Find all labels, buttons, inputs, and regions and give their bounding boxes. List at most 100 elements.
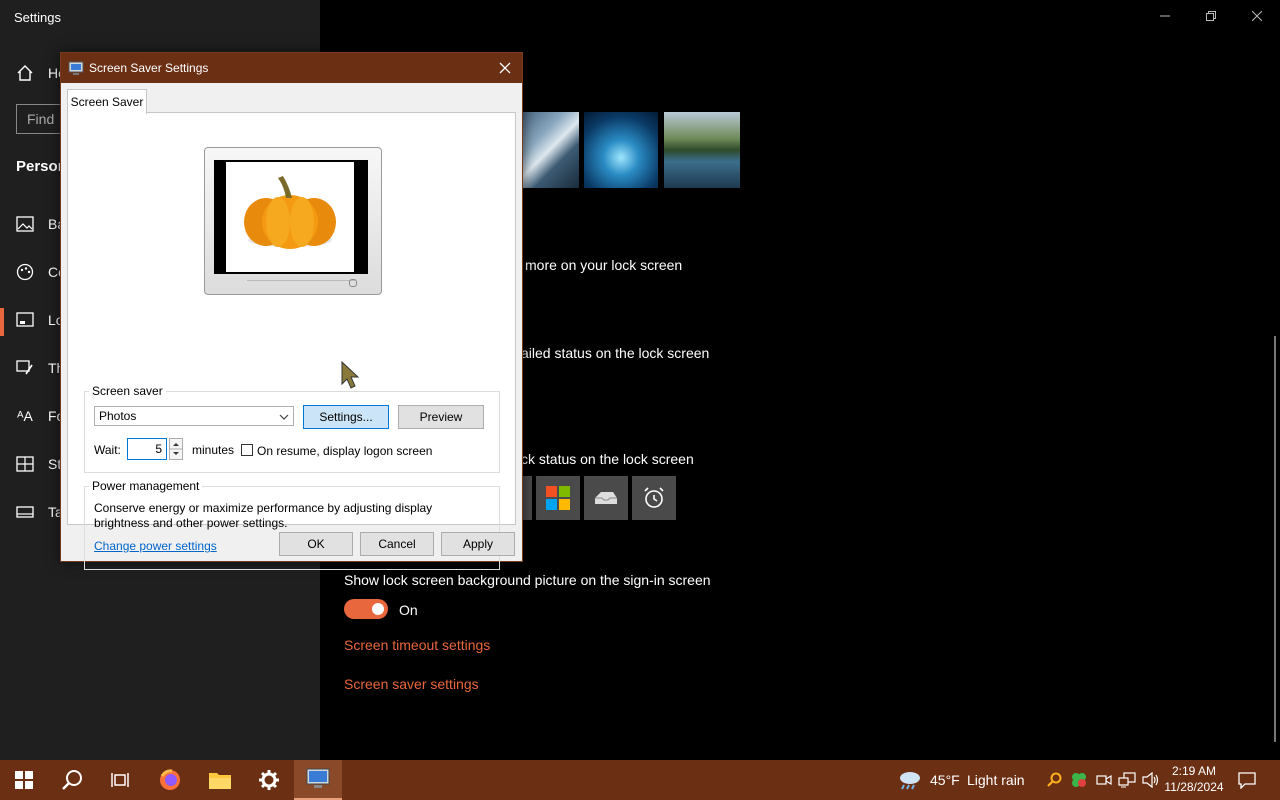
search-placeholder: Find xyxy=(27,111,55,127)
meet-now-icon[interactable] xyxy=(1096,772,1112,788)
screen-saver-select[interactable]: Photos xyxy=(94,406,294,426)
lock-screen-detail-text: ck status on the lock screen xyxy=(521,451,694,467)
screen-saver-app-icon xyxy=(68,60,84,76)
task-view-icon xyxy=(111,773,129,787)
preview-button[interactable]: Preview xyxy=(398,405,484,429)
screen-saver-group xyxy=(84,391,500,473)
background-thumbnail[interactable] xyxy=(584,112,658,188)
font-icon: ᴬA xyxy=(17,408,33,424)
taskbar: 45°F Light rain 2:19 AM 11/28/2024 xyxy=(0,760,1280,800)
microsoft-store-icon xyxy=(546,486,570,510)
change-power-settings-link[interactable]: Change power settings xyxy=(94,539,217,553)
folder-icon xyxy=(209,773,231,789)
clover-tray-icon[interactable] xyxy=(1070,771,1088,789)
firefox-taskbar-button[interactable] xyxy=(146,760,194,800)
search-button[interactable] xyxy=(48,760,96,800)
tab-panel: Screen saver Photos Settings... Preview … xyxy=(67,112,516,570)
windows-icon xyxy=(15,771,33,789)
taskbar-icon xyxy=(14,501,36,523)
resume-logon-checkbox[interactable] xyxy=(241,444,253,456)
wait-minutes-input[interactable]: 5 xyxy=(127,438,167,460)
power-management-group-label: Power management xyxy=(89,479,203,493)
ok-button[interactable]: OK xyxy=(279,532,353,556)
button-label: Apply xyxy=(462,537,494,551)
cancel-button[interactable]: Cancel xyxy=(360,532,434,556)
power-led-icon xyxy=(349,279,357,287)
palette-icon xyxy=(14,261,36,283)
tab-screen-saver[interactable]: Screen Saver xyxy=(67,89,147,114)
preview-photo xyxy=(226,162,354,272)
search-icon xyxy=(62,770,82,790)
picture-icon xyxy=(14,213,36,235)
close-icon xyxy=(499,62,511,74)
background-thumbnail[interactable] xyxy=(664,112,740,188)
screen-saver-selected-value: Photos xyxy=(99,409,137,423)
close-window-button[interactable] xyxy=(1234,0,1280,32)
screen-saver-group-label: Screen saver xyxy=(89,384,166,398)
monitor-base xyxy=(247,280,355,287)
alarm-clock-icon xyxy=(644,487,664,508)
gear-icon xyxy=(259,770,279,790)
button-label: Settings... xyxy=(319,410,373,424)
clock[interactable]: 2:19 AM 11/28/2024 xyxy=(1163,763,1225,795)
minimize-button[interactable] xyxy=(1142,0,1188,32)
weather-description[interactable]: Light rain xyxy=(967,772,1025,788)
dialog-title: Screen Saver Settings xyxy=(89,61,209,75)
wait-spinner[interactable] xyxy=(169,438,183,460)
button-label: Preview xyxy=(419,410,463,424)
lock-screen-detail-text: ailed status on the lock screen xyxy=(521,345,710,361)
resume-logon-label: On resume, display logon screen xyxy=(257,444,433,458)
inbox-icon xyxy=(595,492,617,504)
file-explorer-taskbar-button[interactable] xyxy=(196,760,244,800)
notification-center-button[interactable] xyxy=(1238,771,1256,790)
wait-label: Wait: xyxy=(94,443,121,457)
mail-app-tile[interactable] xyxy=(584,476,628,520)
pumpkin-image xyxy=(244,176,336,249)
screen-saver-dialog: Screen Saver Settings Screen Saver Scree… xyxy=(60,52,523,570)
monitor-preview xyxy=(204,147,382,295)
clock-date: 11/28/2024 xyxy=(1164,780,1224,794)
screen-timeout-link[interactable]: Screen timeout settings xyxy=(344,637,490,653)
minimize-icon xyxy=(1160,15,1170,17)
scrollbar[interactable] xyxy=(1274,336,1276,742)
store-app-tile[interactable] xyxy=(536,476,580,520)
start-button[interactable] xyxy=(0,760,48,800)
restore-button[interactable] xyxy=(1188,0,1234,32)
close-icon xyxy=(1252,11,1262,21)
brush-icon xyxy=(14,357,36,379)
screen-saver-settings-button[interactable]: Settings... xyxy=(303,405,389,429)
signin-background-toggle[interactable] xyxy=(344,599,388,619)
tab-label: Screen Saver xyxy=(70,95,144,109)
settings-taskbar-button[interactable] xyxy=(245,760,293,800)
start-icon xyxy=(14,453,36,475)
screen-saver-link[interactable]: Screen saver settings xyxy=(344,676,479,692)
notification-icon xyxy=(1238,772,1256,790)
chevron-down-icon xyxy=(279,411,289,425)
power-management-description: Conserve energy or maximize performance … xyxy=(94,501,433,530)
task-view-button[interactable] xyxy=(96,760,144,800)
signin-background-label: Show lock screen background picture on t… xyxy=(344,572,711,588)
clock-time: 2:19 AM xyxy=(1171,764,1217,778)
weather-cloud-rain-icon[interactable] xyxy=(897,769,923,791)
firefox-icon xyxy=(160,769,180,790)
minutes-label: minutes xyxy=(192,443,235,457)
dialog-close-button[interactable] xyxy=(494,57,516,79)
screen-saver-taskbar-button[interactable] xyxy=(294,760,342,800)
spinner-arrows-icon xyxy=(170,443,182,455)
alarms-app-tile[interactable] xyxy=(632,476,676,520)
restore-icon xyxy=(1206,11,1216,21)
apply-button[interactable]: Apply xyxy=(441,532,515,556)
button-label: Cancel xyxy=(378,537,416,551)
wait-value: 5 xyxy=(155,442,162,456)
weather-temperature[interactable]: 45°F xyxy=(930,772,960,788)
preview-screen xyxy=(214,160,368,274)
dialog-titlebar[interactable]: Screen Saver Settings xyxy=(61,53,522,83)
window-title: Settings xyxy=(14,10,61,25)
toggle-knob xyxy=(372,603,384,615)
mouse-cursor-icon xyxy=(340,360,362,390)
network-icon[interactable] xyxy=(1118,772,1136,788)
volume-icon[interactable] xyxy=(1142,771,1160,789)
search-tray-icon[interactable] xyxy=(1046,772,1062,788)
display-settings-icon xyxy=(306,768,330,788)
toggle-state-label: On xyxy=(399,602,418,618)
